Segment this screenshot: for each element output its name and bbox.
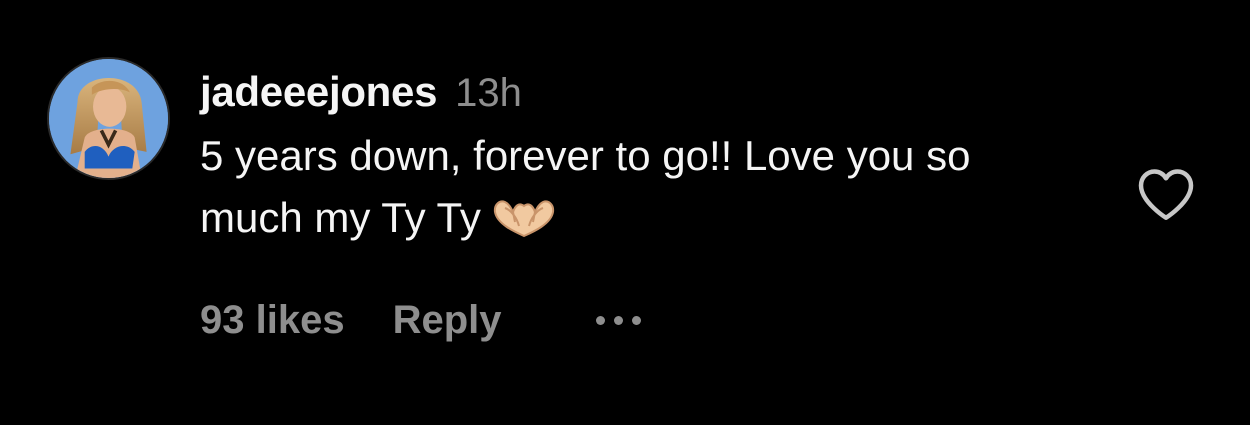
heart-outline-icon[interactable] [1136, 166, 1196, 222]
avatar[interactable] [47, 57, 170, 180]
avatar-photo [49, 59, 168, 178]
comment-body: jadeeejones 13h 5 years down, forever to… [200, 62, 1100, 249]
reply-button[interactable]: Reply [393, 292, 502, 348]
comment-header: jadeeejones 13h [200, 62, 1100, 123]
comment-text: 5 years down, forever to go!! Love you s… [200, 132, 971, 241]
comment-actions: 93 likes Reply [200, 292, 641, 348]
more-options-icon[interactable] [595, 292, 641, 348]
more-dot [595, 315, 605, 325]
more-dot [631, 315, 641, 325]
more-dot [613, 315, 623, 325]
timestamp[interactable]: 13h [455, 63, 522, 123]
username[interactable]: jadeeejones [200, 62, 437, 122]
likes-count[interactable]: 93 likes [200, 292, 345, 348]
comment: jadeeejones 13h 5 years down, forever to… [0, 0, 1250, 425]
comment-text-block: 5 years down, forever to go!! Love you s… [200, 125, 1080, 249]
heart-hands-emoji [491, 195, 557, 239]
